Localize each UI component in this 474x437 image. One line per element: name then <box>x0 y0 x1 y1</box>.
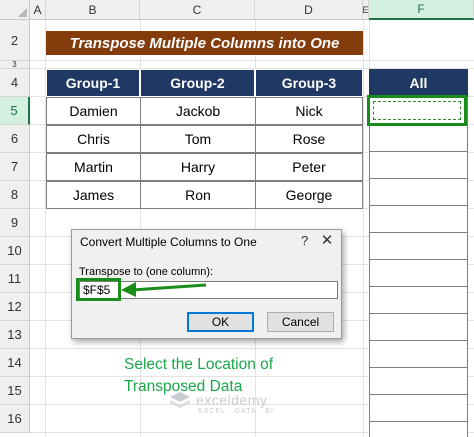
all-column-cell[interactable] <box>369 151 468 179</box>
column-header-d[interactable]: D <box>255 0 363 20</box>
watermark-tagline: EXCEL · DATA · BI <box>198 408 274 415</box>
all-column-cell[interactable] <box>369 313 468 341</box>
table-cell[interactable]: Rose <box>255 125 363 153</box>
row-header-3[interactable]: 3 <box>0 60 30 69</box>
all-column-cell[interactable] <box>369 394 468 422</box>
row-header-7[interactable]: 7 <box>0 153 30 181</box>
row-header-6[interactable]: 6 <box>0 125 30 153</box>
table-cell[interactable]: Nick <box>255 97 363 125</box>
help-icon[interactable]: ? <box>301 233 308 248</box>
row-header-9[interactable]: 9 <box>0 209 30 237</box>
row-header-11[interactable]: 11 <box>0 265 30 293</box>
all-column-header[interactable]: All <box>369 69 468 97</box>
table-cell[interactable]: George <box>255 181 363 209</box>
table-cell[interactable]: Peter <box>255 153 363 181</box>
table-header-group-2[interactable]: Group-2 <box>140 69 255 97</box>
all-column-cell[interactable] <box>369 232 468 260</box>
row-header-16[interactable]: 16 <box>0 405 30 433</box>
table-cell[interactable]: Jackob <box>140 97 256 125</box>
transpose-to-label: Transpose to (one column): <box>79 266 214 278</box>
all-column-cell[interactable] <box>369 124 468 152</box>
row-header-2[interactable]: 2 <box>0 20 30 61</box>
row-header-10[interactable]: 10 <box>0 237 30 265</box>
cancel-button[interactable]: Cancel <box>267 312 334 332</box>
watermark-name: exceldemy <box>196 392 268 408</box>
column-header-f[interactable]: F <box>369 0 474 20</box>
table-cell[interactable]: Damien <box>46 97 141 125</box>
column-header-c[interactable]: C <box>140 0 255 20</box>
all-column-cell[interactable] <box>369 421 468 437</box>
all-column-cell[interactable] <box>369 259 468 287</box>
all-column-cell[interactable] <box>369 340 468 368</box>
dialog-title: Convert Multiple Columns to One <box>80 235 257 249</box>
arrow-icon <box>121 282 207 297</box>
selected-cell-f5[interactable] <box>367 95 467 126</box>
all-column-cell[interactable] <box>369 178 468 206</box>
annotation-line-1: Select the Location of <box>124 356 274 373</box>
row-header-5[interactable]: 5 <box>0 97 30 125</box>
row-header-15[interactable]: 15 <box>0 377 30 405</box>
sheet-title: Transpose Multiple Columns into One <box>46 31 363 55</box>
table-cell[interactable]: Chris <box>46 125 141 153</box>
table-cell[interactable]: James <box>46 181 141 209</box>
ok-button[interactable]: OK <box>187 312 254 332</box>
select-all-corner[interactable] <box>0 0 30 20</box>
column-header-b[interactable]: B <box>46 0 140 20</box>
table-cell[interactable]: Martin <box>46 153 141 181</box>
row-header-13[interactable]: 13 <box>0 321 30 349</box>
table-header-group-1[interactable]: Group-1 <box>46 69 140 97</box>
exceldemy-logo-icon <box>170 392 190 408</box>
row-header-14[interactable]: 14 <box>0 349 30 377</box>
all-column-cell[interactable] <box>369 367 468 395</box>
column-header-a[interactable]: A <box>30 0 46 20</box>
row-header-4[interactable]: 4 <box>0 69 30 97</box>
input-highlight-box <box>76 278 121 301</box>
table-header-group-3[interactable]: Group-3 <box>255 69 363 97</box>
table-cell[interactable]: Tom <box>140 125 256 153</box>
table-cell[interactable]: Ron <box>140 181 256 209</box>
all-column-cell[interactable] <box>369 286 468 314</box>
row-header-8[interactable]: 8 <box>0 181 30 209</box>
table-cell[interactable]: Harry <box>140 153 256 181</box>
row-header-12[interactable]: 12 <box>0 293 30 321</box>
all-column-cell[interactable] <box>369 205 468 233</box>
close-icon[interactable]: ✕ <box>318 232 336 249</box>
